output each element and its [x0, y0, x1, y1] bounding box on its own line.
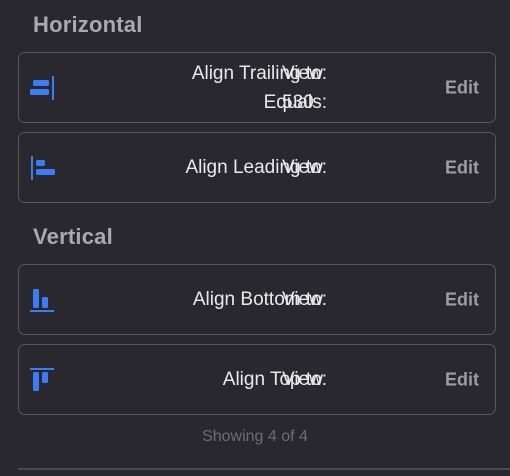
constraint-target: View — [282, 289, 323, 310]
showing-count: Showing 4 of 4 — [202, 428, 308, 445]
align-top-icon — [29, 366, 57, 394]
section-title-vertical: Vertical — [33, 224, 113, 249]
constraint-row-align-trailing[interactable]: Align Trailing to: View Equals: 530 Edit — [18, 52, 496, 123]
constraints-panel: Horizontal Align Trailing to: View Equal… — [0, 0, 510, 476]
edit-button[interactable]: Edit — [445, 369, 479, 390]
edit-button[interactable]: Edit — [445, 289, 479, 310]
divider — [18, 468, 510, 470]
constraint-target: View — [282, 63, 323, 84]
align-bottom-icon — [29, 286, 57, 314]
section-title-horizontal: Horizontal — [33, 12, 143, 37]
edit-button[interactable]: Edit — [445, 157, 479, 178]
constraint-target: View — [282, 369, 323, 390]
constraint-row-align-top[interactable]: Align Top to: View Edit — [18, 344, 496, 415]
constraint-row-align-leading[interactable]: Align Leading to: View Edit — [18, 132, 496, 203]
align-leading-icon — [29, 154, 57, 182]
equals-value: 530 — [282, 92, 314, 113]
constraint-row-align-bottom[interactable]: Align Bottom to: View Edit — [18, 264, 496, 335]
edit-button[interactable]: Edit — [445, 77, 479, 98]
constraint-target: View — [282, 157, 323, 178]
align-trailing-icon — [29, 74, 57, 102]
